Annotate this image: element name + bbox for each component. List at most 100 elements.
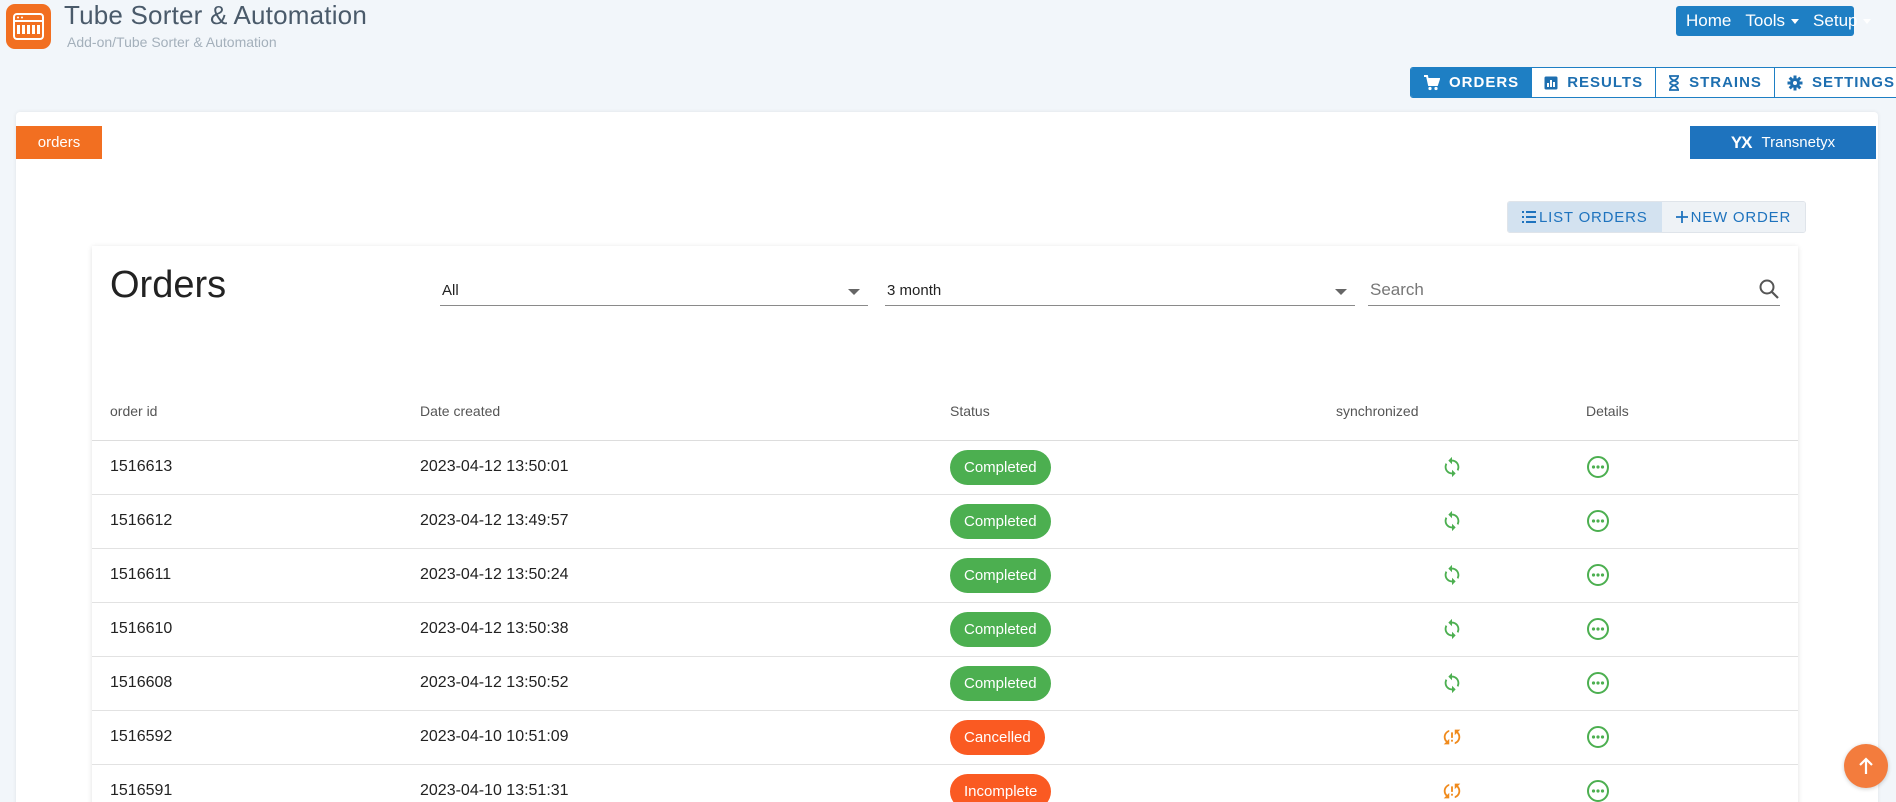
table-row[interactable]: 1516610 2023-04-12 13:50:38 Completed: [92, 602, 1798, 657]
order-id-cell: 1516613: [92, 440, 402, 495]
table-row[interactable]: 1516592 2023-04-10 10:51:09 Cancelled: [92, 710, 1798, 765]
tab-settings[interactable]: SETTINGS: [1775, 68, 1896, 97]
table-row[interactable]: 1516608 2023-04-12 13:50:52 Completed: [92, 656, 1798, 711]
list-orders-label: LIST ORDERS: [1539, 208, 1648, 226]
status-badge: Completed: [950, 449, 1051, 485]
nav-home-label: Home: [1686, 11, 1732, 30]
status-cell: Completed: [932, 656, 1318, 711]
list-orders-button[interactable]: LIST ORDERS: [1508, 202, 1662, 232]
tab-results[interactable]: RESULTS: [1532, 68, 1657, 97]
sync-icon: [1444, 672, 1460, 694]
date-created-cell: 2023-04-10 13:51:31: [402, 764, 932, 802]
details-button[interactable]: [1568, 710, 1798, 765]
status-filter-select[interactable]: All: [440, 276, 868, 306]
status-badge: Incomplete: [950, 773, 1052, 802]
table-row[interactable]: 1516613 2023-04-12 13:50:01 Completed: [92, 440, 1798, 495]
arrow-up-icon: [1859, 757, 1873, 774]
synchronized-cell: [1318, 656, 1568, 711]
sync-problem-icon: [1443, 729, 1461, 745]
date-created-cell: 2023-04-12 13:50:01: [402, 440, 932, 495]
search-input[interactable]: [1368, 276, 1738, 304]
column-header-details: Details: [1568, 382, 1798, 441]
cart-icon: [1424, 74, 1440, 90]
synchronized-cell: [1318, 494, 1568, 549]
order-id-cell: 1516592: [92, 710, 402, 765]
date-created-cell: 2023-04-12 13:50:52: [402, 656, 932, 711]
details-button[interactable]: [1568, 440, 1798, 495]
page-title: Orders: [110, 264, 227, 306]
order-id-cell: 1516610: [92, 602, 402, 657]
column-header-synchronized[interactable]: synchronized: [1318, 382, 1568, 441]
tab-settings-label: SETTINGS: [1811, 74, 1895, 91]
status-cell: Completed: [932, 602, 1318, 657]
breadcrumb: Add-on/Tube Sorter & Automation: [67, 34, 277, 50]
status-cell: Incomplete: [932, 764, 1318, 802]
sync-icon: [1444, 564, 1460, 586]
search-icon[interactable]: [1758, 278, 1780, 300]
new-order-button[interactable]: NEW ORDER: [1661, 202, 1806, 232]
status-cell: Completed: [932, 548, 1318, 603]
hourglass-icon: [1669, 74, 1680, 91]
details-button[interactable]: [1568, 656, 1798, 711]
sync-problem-icon: [1443, 783, 1461, 799]
date-created-cell: 2023-04-12 13:50:38: [402, 602, 932, 657]
more-details-icon: [1587, 510, 1609, 532]
app-title: Tube Sorter & Automation: [64, 0, 368, 30]
column-header-order-id[interactable]: order id: [92, 382, 402, 441]
tube-rack-icon: [13, 13, 44, 40]
module-tabs: ORDERS RESULTS STRAINS SETTINGS: [1410, 67, 1896, 98]
gear-icon: [1787, 75, 1803, 90]
status-filter-value: All: [442, 282, 459, 299]
view-toggle: LIST ORDERS NEW ORDER: [1507, 201, 1807, 233]
synchronized-cell: [1318, 548, 1568, 603]
transnetyx-button[interactable]: YX Transnetyx: [1690, 126, 1876, 159]
details-button[interactable]: [1568, 494, 1798, 549]
period-filter-select[interactable]: 3 month: [885, 276, 1355, 306]
nav-setup-label: Setup: [1813, 11, 1858, 30]
tab-orders-label: ORDERS: [1449, 74, 1520, 91]
status-badge: Cancelled: [950, 719, 1045, 755]
status-badge: Completed: [950, 557, 1051, 593]
nav-home-link[interactable]: Home: [1676, 11, 1738, 31]
column-header-date-created[interactable]: Date created: [402, 382, 932, 441]
nav-tools-dropdown[interactable]: Tools: [1738, 11, 1806, 31]
date-created-cell: 2023-04-12 13:50:24: [402, 548, 932, 603]
order-id-cell: 1516611: [92, 548, 402, 603]
more-details-icon: [1587, 564, 1609, 586]
status-cell: Completed: [932, 494, 1318, 549]
table-row[interactable]: 1516611 2023-04-12 13:50:24 Completed: [92, 548, 1798, 603]
details-button[interactable]: [1568, 548, 1798, 603]
more-details-icon: [1587, 726, 1609, 748]
date-created-cell: 2023-04-12 13:49:57: [402, 494, 932, 549]
period-filter-value: 3 month: [887, 282, 942, 299]
table-row[interactable]: 1516612 2023-04-12 13:49:57 Completed: [92, 494, 1798, 549]
plus-icon: [1675, 211, 1688, 223]
orders-table: order id Date created Status synchronize…: [92, 382, 1798, 802]
tab-orders[interactable]: ORDERS: [1411, 68, 1533, 97]
table-row[interactable]: 1516591 2023-04-10 13:51:31 Incomplete: [92, 764, 1798, 802]
column-header-status[interactable]: Status: [932, 382, 1318, 441]
status-badge: Completed: [950, 503, 1051, 539]
app-logo: [6, 4, 51, 49]
new-order-label: NEW ORDER: [1690, 208, 1792, 226]
details-button[interactable]: [1568, 764, 1798, 802]
sync-icon: [1444, 456, 1460, 478]
status-badge: Completed: [950, 611, 1051, 647]
nav-setup-dropdown[interactable]: Setup: [1806, 11, 1878, 31]
bar-chart-icon: [1544, 76, 1558, 89]
more-details-icon: [1587, 780, 1609, 802]
order-id-cell: 1516591: [92, 764, 402, 802]
date-created-cell: 2023-04-10 10:51:09: [402, 710, 932, 765]
more-details-icon: [1587, 618, 1609, 640]
synchronized-cell: [1318, 440, 1568, 495]
details-button[interactable]: [1568, 602, 1798, 657]
sync-icon: [1444, 510, 1460, 532]
tab-strains[interactable]: STRAINS: [1656, 68, 1775, 97]
dropdown-arrow-icon: [1335, 289, 1347, 295]
list-icon: [1522, 211, 1536, 223]
search-field: [1368, 276, 1780, 306]
synchronized-cell: [1318, 764, 1568, 802]
synchronized-cell: [1318, 602, 1568, 657]
scroll-to-top-button[interactable]: [1844, 744, 1888, 788]
section-chip-orders: orders: [16, 126, 102, 159]
